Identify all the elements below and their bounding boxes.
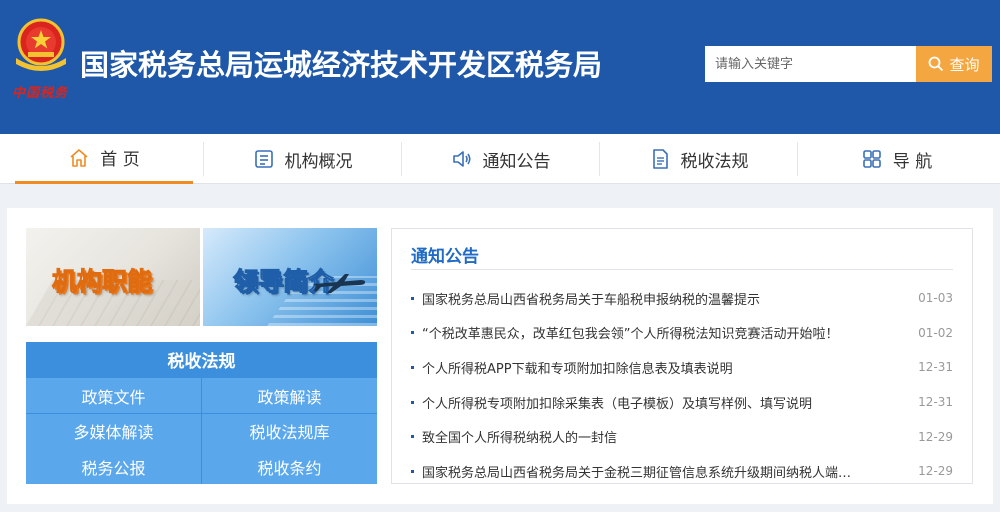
bullet-icon — [411, 365, 414, 369]
bullet-icon — [411, 469, 414, 473]
notice-item[interactable]: 个人所得税专项附加扣除采集表（电子模板）及填写样例、填写说明 12-31 — [411, 385, 953, 420]
bullet-icon — [411, 331, 414, 335]
nav-label-navigation: 导 航 — [892, 151, 933, 172]
notice-list: 国家税务总局山西省税务局关于车船税申报纳税的温馨提示 01-03 “个税改革惠民… — [411, 281, 953, 489]
airplane-icon — [313, 274, 366, 293]
notice-item[interactable]: 个人所得税APP下载和专项附加扣除信息表及填表说明 12-31 — [411, 350, 953, 385]
tax-link-multimedia[interactable]: 多媒体解读 — [26, 413, 201, 449]
nav-item-navigation[interactable]: 导 航 — [798, 134, 995, 184]
notice-item[interactable]: “个税改革惠民众，改革红包我会领”个人所得税法知识竞赛活动开始啦！ 01-02 — [411, 316, 953, 351]
tax-link-policy-interpretation[interactable]: 政策解读 — [202, 378, 377, 413]
main-nav: 首 页 机构概况 通知公告 税收法规 导 航 — [0, 134, 1000, 184]
notice-panel: 通知公告 国家税务总局山西省税务局关于车船税申报纳税的温馨提示 01-03 “个… — [391, 228, 973, 484]
notice-title[interactable]: 通知公告 — [411, 242, 479, 267]
bullet-icon — [411, 296, 414, 300]
tax-link-law-library[interactable]: 税收法规库 — [202, 413, 377, 449]
emblem-caption: 中国税务 — [12, 86, 69, 101]
nav-item-notices[interactable]: 通知公告 — [402, 134, 599, 184]
notice-date: 12-29 — [918, 464, 953, 479]
tax-link-treaties[interactable]: 税收条约 — [202, 449, 377, 484]
search-icon — [929, 56, 944, 72]
tax-link-policy-docs[interactable]: 政策文件 — [26, 378, 201, 413]
banner-functions[interactable]: 机构职能 — [26, 228, 200, 326]
org-icon — [254, 150, 273, 168]
notice-date: 01-02 — [918, 325, 953, 340]
banner-leaders[interactable]: 领导简介 — [203, 228, 377, 326]
nav-label-home: 首 页 — [100, 150, 140, 170]
notice-text[interactable]: 国家税务总局山西省税务局关于车船税申报纳税的温馨提示 — [422, 289, 882, 308]
tax-link-bulletin[interactable]: 税务公报 — [26, 449, 201, 484]
speaker-icon — [452, 151, 471, 167]
banner-functions-label: 机构职能 — [51, 267, 153, 297]
search-input[interactable] — [705, 46, 917, 82]
main-content: 机构职能 领导简介 税收法规 政策文件 政策解读 多媒体解读 税收法规库 税务公… — [7, 208, 993, 504]
grid-icon — [862, 150, 881, 168]
notice-divider — [411, 269, 953, 270]
document-icon — [652, 149, 668, 169]
notice-item[interactable]: 国家税务总局山西省税务局关于车船税申报纳税的温馨提示 01-03 — [411, 281, 953, 316]
nav-item-home[interactable]: 首 页 — [15, 134, 193, 184]
notice-text[interactable]: 致全国个人所得税纳税人的一封信 — [422, 427, 882, 446]
bullet-icon — [411, 400, 414, 404]
search-button[interactable]: 查询 — [916, 46, 992, 82]
notice-date: 12-29 — [918, 429, 953, 444]
notice-text[interactable]: 个人所得税APP下载和专项附加扣除信息表及填表说明 — [422, 358, 882, 377]
site-title: 国家税务总局运城经济技术开发区税务局 — [80, 48, 603, 82]
notice-item[interactable]: 国家税务总局山西省税务局关于金税三期征管信息系统升级期间纳税人端… 12-29 — [411, 454, 953, 489]
tax-law-title: 税收法规 — [167, 352, 236, 372]
notice-text[interactable]: “个税改革惠民众，改革红包我会领”个人所得税法知识竞赛活动开始啦！ — [422, 323, 882, 342]
tax-emblem-icon — [16, 18, 66, 71]
notice-item[interactable]: 致全国个人所得税纳税人的一封信 12-29 — [411, 419, 953, 454]
nav-item-org[interactable]: 机构概况 — [204, 134, 401, 184]
search-button-label: 查询 — [949, 55, 980, 74]
nav-label-tax-law: 税收法规 — [680, 151, 749, 172]
bullet-icon — [411, 435, 414, 439]
nav-label-notices: 通知公告 — [482, 151, 551, 172]
notice-text[interactable]: 国家税务总局山西省税务局关于金税三期征管信息系统升级期间纳税人端… — [422, 462, 882, 481]
nav-label-org: 机构概况 — [284, 151, 353, 172]
tax-law-box: 税收法规 政策文件 政策解读 多媒体解读 税收法规库 税务公报 税收条约 — [26, 342, 377, 484]
notice-date: 12-31 — [918, 395, 953, 410]
nav-item-tax-law[interactable]: 税收法规 — [600, 134, 797, 184]
notice-text[interactable]: 个人所得税专项附加扣除采集表（电子模板）及填写样例、填写说明 — [422, 393, 882, 412]
notice-date: 01-03 — [918, 291, 953, 306]
notice-date: 12-31 — [918, 360, 953, 375]
site-header: 中国税务 国家税务总局运城经济技术开发区税务局 查询 — [0, 0, 1000, 134]
home-icon — [70, 148, 88, 167]
